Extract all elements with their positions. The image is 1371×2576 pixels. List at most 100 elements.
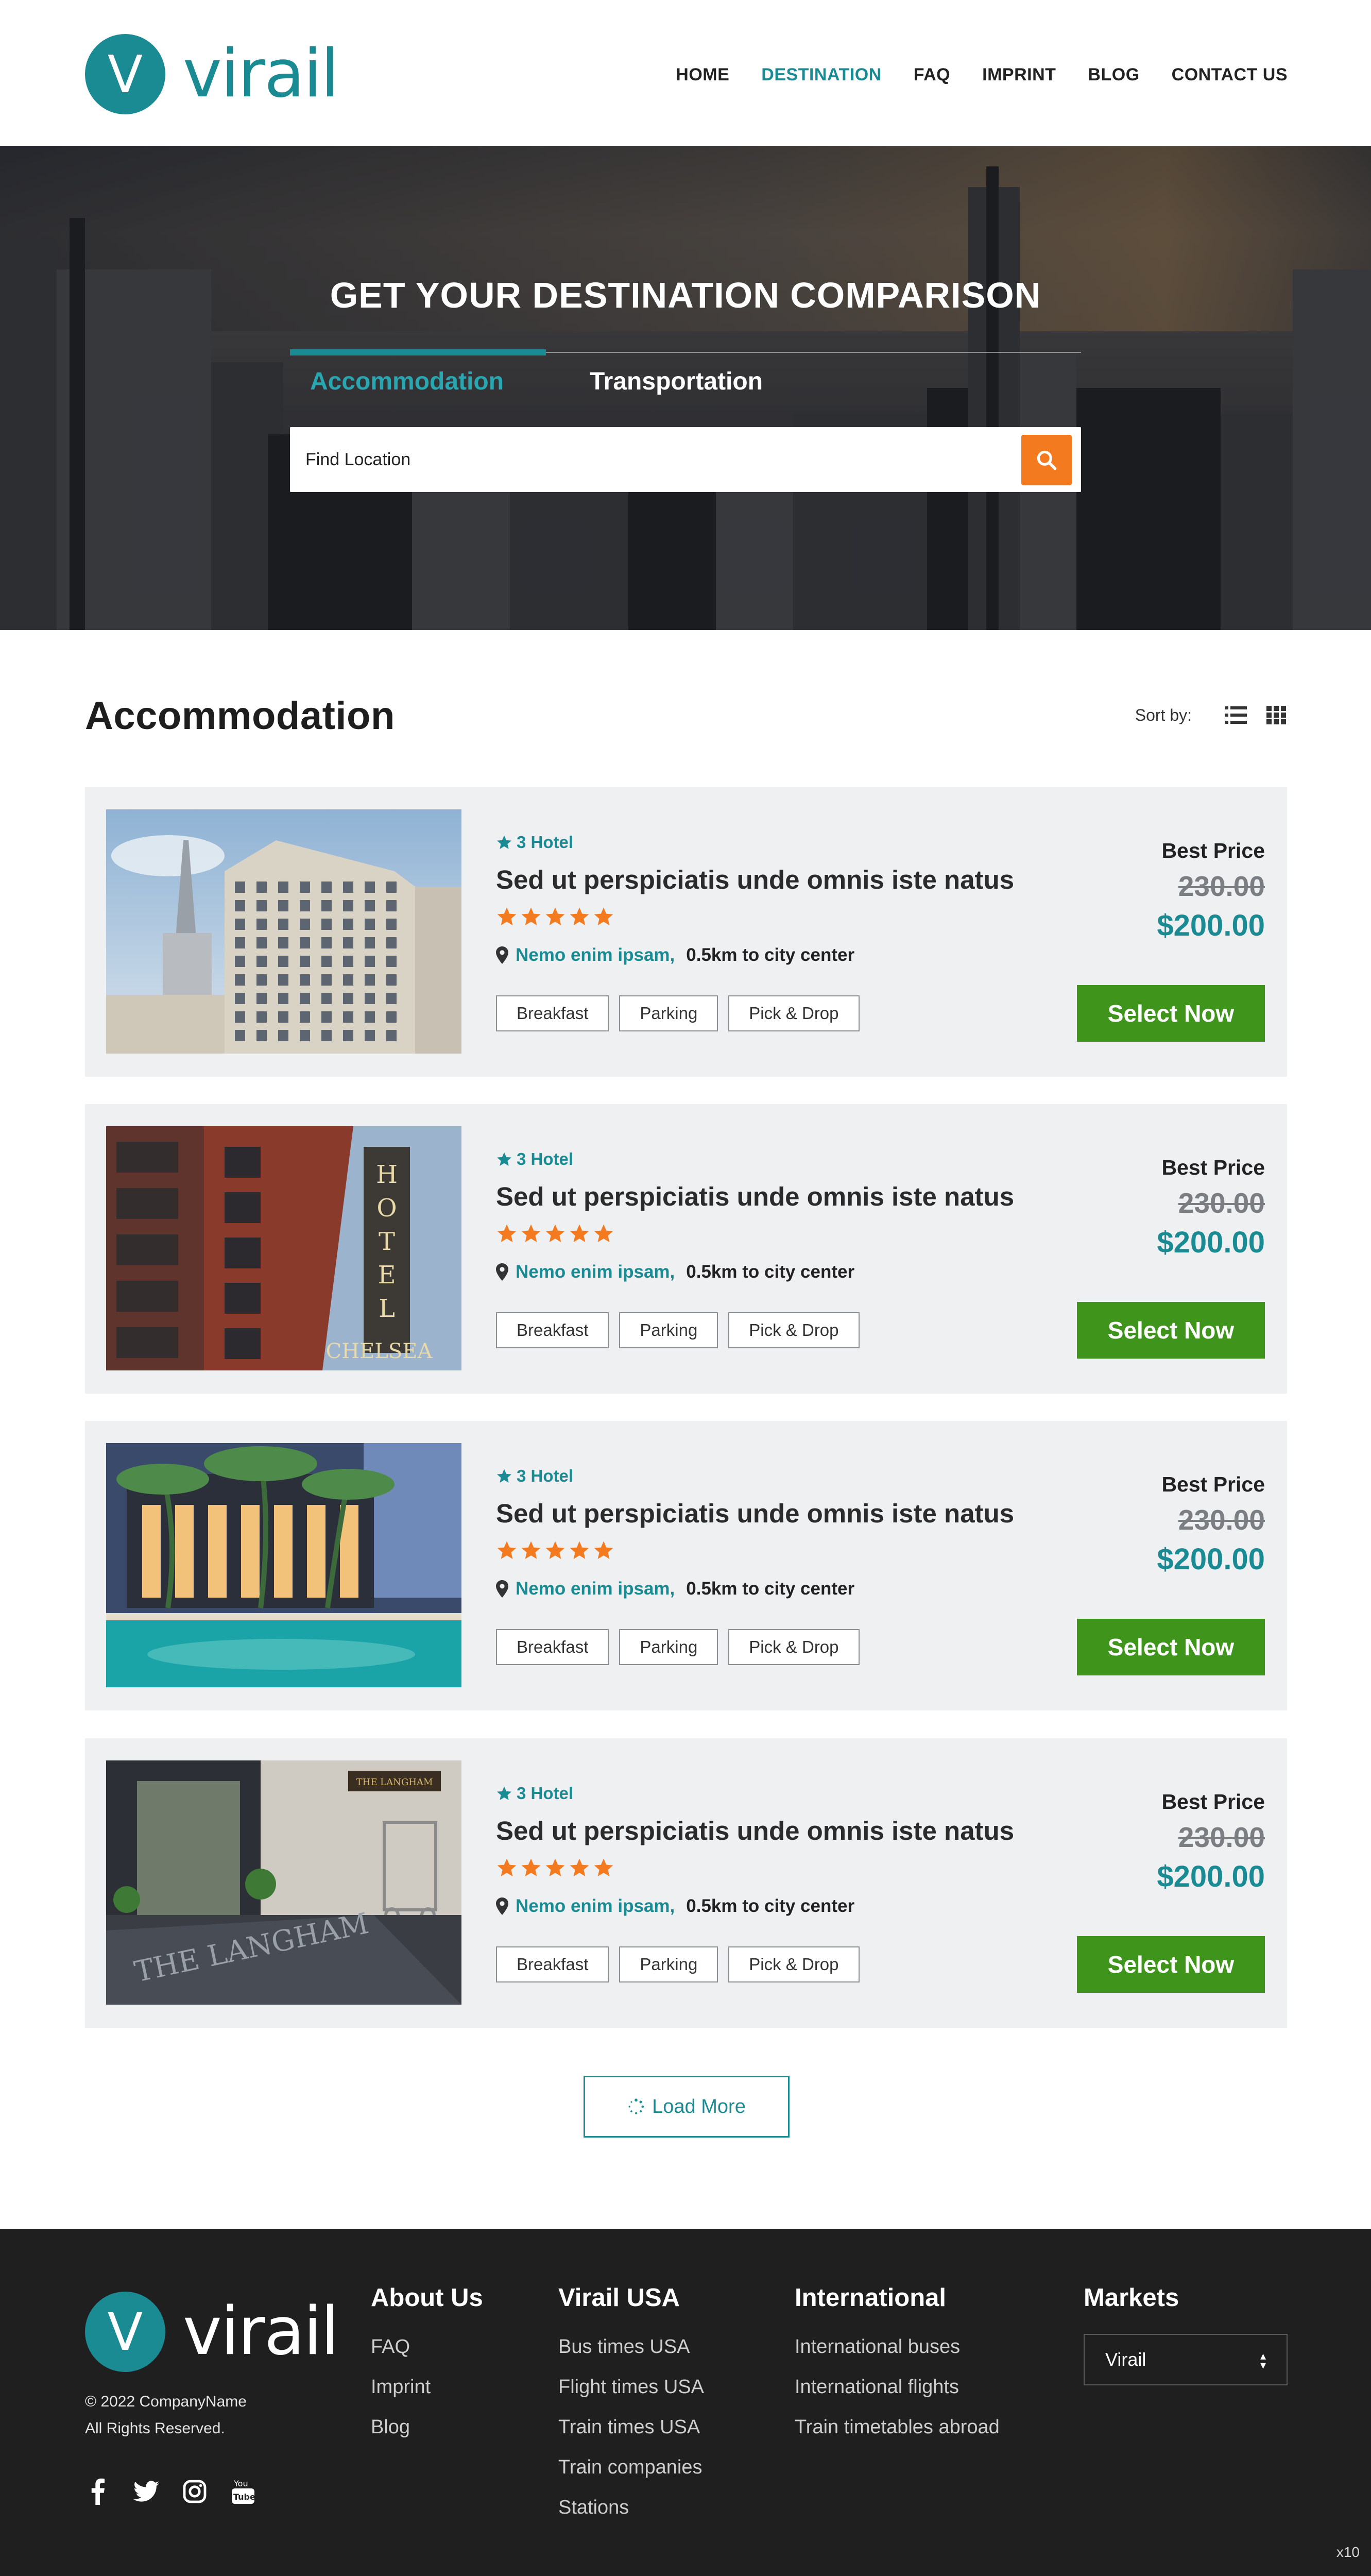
svg-text:Tube: Tube: [233, 2492, 255, 2502]
svg-text:THE LANGHAM: THE LANGHAM: [356, 1777, 433, 1788]
grid-view-icon[interactable]: [1265, 705, 1288, 725]
instagram-icon[interactable]: [182, 2477, 208, 2506]
hotel-chelsea-photo[interactable]: H O T E L CHELSEA: [106, 1126, 461, 1370]
hotel-langham-photo[interactable]: THE LANGHAM THE LANGHAM: [106, 1760, 461, 2005]
map-pin-icon: [496, 1897, 508, 1915]
amenity-tag: Parking: [619, 1312, 718, 1348]
footer-col-virail-usa: Virail USA Bus times USA Flight times US…: [558, 2283, 704, 2528]
footer-link[interactable]: Bus times USA: [558, 2327, 704, 2367]
nav-home[interactable]: HOME: [676, 65, 729, 85]
hotel-category-label: 3 Hotel: [517, 833, 574, 852]
footer-link[interactable]: FAQ: [371, 2327, 483, 2367]
footer-link[interactable]: Train times USA: [558, 2407, 704, 2447]
hotel-name[interactable]: Sed ut perspiciatis unde omnis iste natu…: [496, 1498, 1014, 1529]
original-price: 230.00: [1178, 1504, 1265, 1536]
hotel-name[interactable]: Sed ut perspiciatis unde omnis iste natu…: [496, 1181, 1014, 1212]
hotel-name[interactable]: Sed ut perspiciatis unde omnis iste natu…: [496, 1816, 1014, 1846]
site-footer: V virail © 2022 CompanyName All Rights R…: [0, 2229, 1371, 2576]
star-icon: [497, 1152, 511, 1166]
rating-star-icon: [570, 1858, 589, 1876]
copyright-line: © 2022 CompanyName: [85, 2393, 247, 2410]
star-icon: [497, 1786, 511, 1800]
footer-link[interactable]: Imprint: [371, 2367, 483, 2407]
rating-star-icon: [570, 1224, 589, 1242]
hotel-rating: [496, 1857, 614, 1878]
select-now-button[interactable]: Select Now: [1077, 1936, 1265, 1993]
load-more-button[interactable]: Load More: [584, 2076, 790, 2138]
section-title: Accommodation: [85, 694, 395, 738]
list-view-icon[interactable]: [1225, 705, 1247, 725]
search-button[interactable]: [1021, 435, 1072, 485]
tab-accommodation[interactable]: Accommodation: [310, 367, 504, 396]
rating-star-icon: [570, 907, 589, 925]
svg-text:E: E: [378, 1261, 396, 1290]
hotel-rating: [496, 906, 614, 927]
hotel-pool-photo[interactable]: [106, 1443, 461, 1687]
select-now-button[interactable]: Select Now: [1077, 1302, 1265, 1359]
hotel-rating: [496, 1223, 614, 1244]
youtube-icon[interactable]: You Tube: [230, 2477, 256, 2506]
map-pin-icon: [496, 1263, 508, 1281]
amenity-tags: Breakfast Parking Pick & Drop: [496, 1946, 870, 1982]
facebook-icon[interactable]: [85, 2477, 111, 2506]
map-pin-icon: [496, 946, 508, 964]
hotel-category: 3 Hotel: [496, 1784, 573, 1803]
rating-star-icon: [521, 907, 541, 925]
hotel-category-label: 3 Hotel: [517, 1466, 574, 1485]
select-now-button[interactable]: Select Now: [1077, 985, 1265, 1042]
hotel-category: 3 Hotel: [496, 833, 573, 852]
footer-link[interactable]: Flight times USA: [558, 2367, 704, 2407]
rating-star-icon: [497, 1541, 517, 1559]
brand-name: virail: [183, 36, 339, 112]
select-now-button[interactable]: Select Now: [1077, 1619, 1265, 1675]
market-select-value: Virail: [1105, 2349, 1146, 2370]
brand-logo[interactable]: V virail: [85, 34, 339, 114]
hotel-category: 3 Hotel: [496, 1149, 573, 1169]
rights-line: All Rights Reserved.: [85, 2420, 225, 2437]
market-select[interactable]: Virail ▴ ▾: [1084, 2334, 1288, 2385]
hotel-category: 3 Hotel: [496, 1466, 573, 1486]
footer-link[interactable]: International flights: [795, 2367, 1000, 2407]
footer-col-title: International: [795, 2284, 947, 2312]
footer-link[interactable]: Blog: [371, 2407, 483, 2447]
rating-star-icon: [545, 907, 565, 925]
footer-link[interactable]: Train timetables abroad: [795, 2407, 1000, 2447]
amenity-tag: Breakfast: [496, 1629, 609, 1665]
amenity-tag: Breakfast: [496, 1312, 609, 1348]
twitter-icon[interactable]: [133, 2477, 159, 2506]
rating-star-icon: [594, 1224, 613, 1242]
footer-brand-name: virail: [183, 2293, 339, 2370]
map-pin-icon: [496, 1580, 508, 1598]
nav-blog[interactable]: BLOG: [1088, 65, 1139, 85]
hotel-card: 3 Hotel Sed ut perspiciatis unde omnis i…: [85, 1421, 1287, 1710]
nav-faq[interactable]: FAQ: [914, 65, 950, 85]
original-price: 230.00: [1178, 1187, 1265, 1219]
hotel-city: Nemo enim ipsam,: [516, 945, 675, 965]
footer-col-international: International International buses Intern…: [795, 2283, 1000, 2447]
hotel-name[interactable]: Sed ut perspiciatis unde omnis iste natu…: [496, 865, 1014, 895]
hotel-location: Nemo enim ipsam, 0.5km to city center: [496, 945, 854, 965]
amenity-tag: Pick & Drop: [728, 1946, 860, 1982]
amenity-tag: Pick & Drop: [728, 1312, 860, 1348]
nav-destination[interactable]: DESTINATION: [761, 65, 881, 85]
tab-transportation[interactable]: Transportation: [590, 367, 763, 396]
rating-star-icon: [545, 1541, 565, 1559]
footer-link[interactable]: Stations: [558, 2487, 704, 2528]
svg-text:T: T: [379, 1227, 395, 1256]
location-search-input[interactable]: [305, 427, 1001, 492]
rating-star-icon: [521, 1858, 541, 1876]
nav-imprint[interactable]: IMPRINT: [982, 65, 1056, 85]
hotel-city: Nemo enim ipsam,: [516, 1579, 675, 1599]
footer-link[interactable]: International buses: [795, 2327, 1000, 2367]
hotel-card: H O T E L CHELSEA 3 Hotel Sed ut perspic…: [85, 1104, 1287, 1394]
hero-title: GET YOUR DESTINATION COMPARISON: [330, 275, 1041, 315]
rating-star-icon: [521, 1541, 541, 1559]
footer-logo[interactable]: V virail: [85, 2291, 339, 2373]
best-price-label: Best Price: [1161, 1156, 1265, 1179]
nav-contact-us[interactable]: CONTACT US: [1172, 65, 1288, 85]
footer-link[interactable]: Train companies: [558, 2447, 704, 2487]
footer-col-markets: Markets Virail ▴ ▾: [1084, 2283, 1288, 2385]
main-nav: HOME DESTINATION FAQ IMPRINT BLOG CONTAC…: [644, 65, 1288, 85]
hotel-tower-photo[interactable]: [106, 809, 461, 1054]
sort-controls: Sort by:: [1135, 705, 1288, 725]
